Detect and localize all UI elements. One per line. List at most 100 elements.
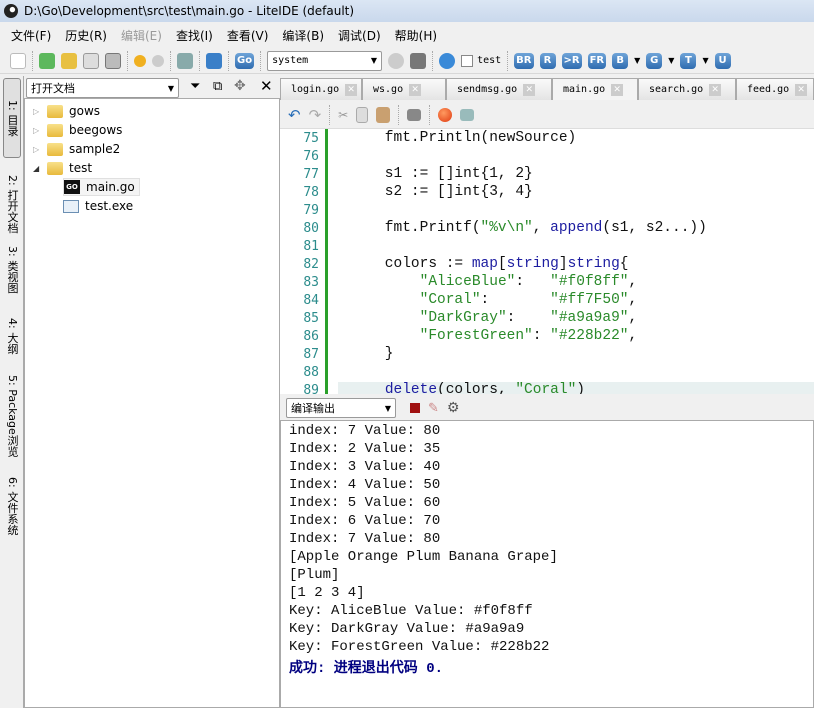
menu-edit[interactable]: 编辑(E) [114,27,169,44]
expand-arrow-icon[interactable]: ▷ [33,126,47,135]
environment-select[interactable]: system ▼ [267,50,383,71]
back-icon[interactable] [134,54,146,67]
menu-find[interactable]: 查找(I) [169,27,220,44]
side-tab-class-view[interactable]: 3: 类视图 [3,230,21,310]
tree-item-beegows[interactable]: ▷ beegows [33,121,122,139]
save-all-icon[interactable] [105,52,121,69]
tab-sendmsg-go[interactable]: sendmsg.go ✕ [446,78,552,100]
chevron-down-icon[interactable]: ▼ [668,56,674,65]
menu-build[interactable]: 编译(B) [275,27,331,44]
file-run-button[interactable]: FR [587,52,607,69]
tab-login-go[interactable]: login.go ✕ [280,78,362,100]
code-line: } [350,346,394,362]
expand-arrow-icon[interactable]: ▷ [33,145,47,154]
tree-item-gows[interactable]: ▷ gows [33,102,100,120]
undo-icon[interactable]: ↶ [288,106,301,124]
menu-view[interactable]: 查看(V) [220,27,276,44]
environment-value: system [272,55,309,66]
paste-icon[interactable] [376,107,391,123]
line-number: 84 [303,293,319,308]
open-file-icon[interactable] [39,52,55,69]
stop-icon[interactable] [410,403,420,413]
open-folder-icon[interactable] [61,52,77,69]
export-icon[interactable] [460,109,475,121]
chevron-down-icon: ▼ [167,83,174,93]
chevron-down-icon[interactable]: ▼ [634,56,640,65]
tree-item-main-go[interactable]: GO main.go [63,178,140,196]
tools-icon[interactable] [177,52,193,69]
output-line: Key: DarkGray Value: #a9a9a9 [289,621,525,637]
run-terminal-button[interactable]: >R [561,52,582,69]
sync-icon[interactable]: ✥ [234,78,246,94]
panel-select[interactable]: 打开文档 ▼ [26,78,179,98]
stop-icon[interactable] [410,52,427,69]
cut-icon[interactable]: ✂ [338,108,348,122]
checkbox-label: test [477,55,502,66]
update-button[interactable]: U [714,52,731,69]
close-icon[interactable]: ✕ [409,83,422,96]
code-editor[interactable]: 75 76 77 78 79 80 81 82 83 84 85 86 87 88 89 fmt.Print… [280,128,814,394]
close-icon[interactable]: ✕ [345,83,357,96]
close-icon[interactable]: ✕ [523,83,536,96]
close-icon[interactable]: ✕ [795,83,808,96]
filter-icon[interactable]: ⏷ [190,79,200,94]
code-line: fmt.Printf("%v\n", append(s1, s2...)) [350,220,707,236]
output-line: Index: 7 Value: 80 [289,531,441,547]
close-icon[interactable]: ✕ [709,83,722,96]
output-line: [Plum] [289,567,340,583]
gear-icon[interactable] [439,52,456,69]
checkbox-box[interactable] [461,54,474,67]
new-file-icon[interactable] [10,52,26,69]
expand-arrow-icon[interactable]: ▷ [33,107,47,116]
line-number: 77 [303,167,319,182]
save-icon[interactable] [83,52,99,69]
tab-search-go[interactable]: search.go ✕ [638,78,736,100]
tab-feed-go[interactable]: feed.go ✕ [736,78,814,100]
tree-item-test-exe[interactable]: test.exe [63,197,133,215]
chevron-down-icon[interactable]: ▼ [702,56,708,65]
close-icon[interactable]: ✕ [611,83,624,96]
gear-icon[interactable]: ⚙ [447,400,460,416]
output-select[interactable]: 编译输出 ▼ [286,398,396,418]
copy-icon[interactable] [356,107,369,123]
build-run-button[interactable]: BR [514,52,534,69]
menu-help[interactable]: 帮助(H) [388,27,444,44]
collapse-arrow-icon[interactable]: ◢ [33,164,47,173]
line-number: 87 [303,347,319,362]
chevron-down-icon: ▼ [370,56,378,65]
tab-main-go[interactable]: main.go ✕ [552,78,638,100]
menu-file[interactable]: 文件(F) [4,27,58,44]
record-icon[interactable] [438,108,453,122]
split-icon[interactable]: ⧉ [213,79,222,94]
side-tab-bar: 1: 目录 2: 打开文档 3: 类视图 4: 大纲 5: Package浏览 … [0,76,24,708]
refresh-icon[interactable] [388,52,405,69]
clear-icon[interactable]: ✎ [428,401,439,416]
tree-item-label: test.exe [85,199,134,213]
redo-icon[interactable]: ↷ [309,106,322,124]
test-button[interactable]: T [680,52,697,69]
get-button[interactable]: G [646,52,663,69]
go-icon[interactable]: Go [235,52,255,69]
tree-item-label: beegows [69,123,123,137]
folder-icon [47,123,63,137]
close-icon[interactable]: ✕ [260,77,273,95]
tree-item-sample2[interactable]: ▷ sample2 [33,140,120,158]
forward-icon[interactable] [152,54,164,67]
separator [127,50,128,71]
side-tab-package-browser[interactable]: 5: Package浏览 [3,366,21,466]
run-button[interactable]: R [539,52,556,69]
lock-icon[interactable] [407,109,422,121]
build-button[interactable]: B [612,52,629,69]
test-checkbox[interactable]: test [461,54,502,67]
side-tab-outline[interactable]: 4: 大纲 [3,306,21,366]
tree-item-test[interactable]: ◢ test [33,159,92,177]
build-output[interactable]: index: 7 Value: 80 Index: 2 Value: 35 Inde… [280,420,814,708]
side-tab-directory[interactable]: 1: 目录 [3,78,21,158]
menu-debug[interactable]: 调试(D) [331,27,388,44]
tree-item-label: main.go [86,180,135,194]
side-tab-file-system[interactable]: 6: 文件系统 [3,466,21,546]
line-number: 81 [303,239,319,254]
menu-history[interactable]: 历史(R) [58,27,114,44]
tab-ws-go[interactable]: ws.go ✕ [362,78,446,100]
home-icon[interactable] [206,52,222,69]
